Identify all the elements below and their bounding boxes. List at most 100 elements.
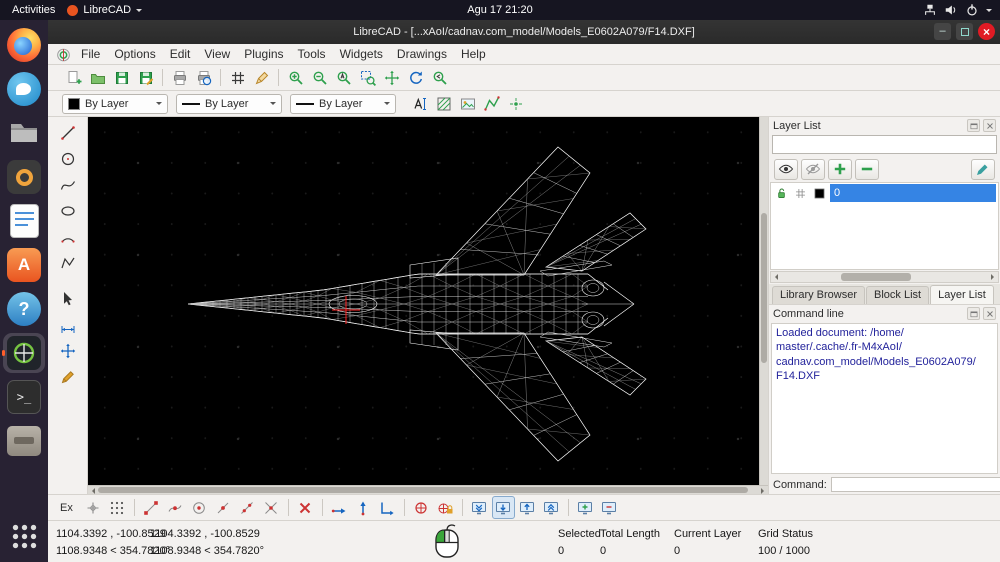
line-tool-button[interactable]: [56, 121, 79, 144]
pen-linetype-dropdown[interactable]: By Layer: [290, 94, 396, 114]
restrict-orthogonal-button[interactable]: [376, 496, 399, 519]
zoom-pan-button[interactable]: [380, 66, 403, 89]
close-button[interactable]: ×: [978, 23, 995, 40]
menu-tools[interactable]: Tools: [291, 45, 333, 63]
command-input[interactable]: [831, 477, 1000, 492]
clock[interactable]: Agu 17 21:20: [0, 4, 1000, 16]
zoom-out-button[interactable]: [308, 66, 331, 89]
snap-on-entity-button[interactable]: [164, 496, 187, 519]
hatch-tool-button[interactable]: [432, 92, 455, 115]
remove-layer-button[interactable]: [855, 159, 879, 180]
canvas-horizontal-scrollbar[interactable]: [88, 485, 768, 494]
restrict-vertical-button[interactable]: [352, 496, 375, 519]
save-button[interactable]: [110, 66, 133, 89]
show-applications-dock-icon[interactable]: [3, 516, 45, 556]
zoom-window-button[interactable]: [356, 66, 379, 89]
help-dock-icon[interactable]: ?: [3, 289, 45, 329]
draw-order-lower-button[interactable]: [492, 496, 515, 519]
layer-construction-icon[interactable]: [792, 187, 809, 200]
snap-free-button[interactable]: [82, 496, 105, 519]
menu-widgets[interactable]: Widgets: [333, 45, 390, 63]
polyline-tool-button[interactable]: [480, 92, 503, 115]
menu-view[interactable]: View: [197, 45, 237, 63]
snap-distance-button[interactable]: [236, 496, 259, 519]
pen-width-dropdown[interactable]: By Layer: [176, 94, 282, 114]
snap-center-button[interactable]: [188, 496, 211, 519]
scroll-right-arrow-icon[interactable]: [761, 488, 767, 494]
modify-layer-button[interactable]: [971, 159, 995, 180]
menu-plugins[interactable]: Plugins: [237, 45, 290, 63]
snap-endpoint-button[interactable]: [140, 496, 163, 519]
snap-clear-button[interactable]: [294, 496, 317, 519]
draw-order-bottom-button[interactable]: [468, 496, 491, 519]
pen-tool-button[interactable]: [56, 365, 79, 388]
circle-tool-button[interactable]: [56, 147, 79, 170]
save-as-button[interactable]: [134, 66, 157, 89]
librecad-dock-icon[interactable]: [3, 333, 45, 373]
lock-relative-zero-button[interactable]: [434, 496, 457, 519]
scroll-left-arrow-icon[interactable]: [89, 488, 95, 494]
chat-dock-icon[interactable]: [3, 69, 45, 109]
grid-toggle-button[interactable]: [226, 66, 249, 89]
hide-all-layers-button[interactable]: [801, 159, 825, 180]
text-editor-dock-icon[interactable]: [3, 201, 45, 241]
activities-button[interactable]: Activities: [0, 4, 67, 16]
relative-zero-button[interactable]: [410, 496, 433, 519]
print-preview-button[interactable]: [192, 66, 215, 89]
file-new-button[interactable]: [62, 66, 85, 89]
focused-app-menu[interactable]: LibreCAD: [67, 4, 142, 16]
system-indicators[interactable]: [923, 0, 992, 20]
files-dock-icon[interactable]: [3, 113, 45, 153]
window-tit​lebar[interactable]: LibreCAD - [...xAoI/cadnav.com_model/Mod…: [48, 20, 1000, 44]
zoom-redraw-button[interactable]: [404, 66, 427, 89]
select-window-button[interactable]: [574, 496, 597, 519]
layer-name[interactable]: 0: [830, 184, 996, 202]
layer-scroll-thumb[interactable]: [841, 273, 911, 281]
layer-color-swatch[interactable]: [811, 187, 828, 200]
media-player-dock-icon[interactable]: [3, 157, 45, 197]
draw-order-top-button[interactable]: [540, 496, 563, 519]
dimension-tool-button[interactable]: [56, 313, 79, 336]
canvas-vertical-scrollbar[interactable]: [759, 117, 768, 485]
tab-block-list[interactable]: Block List: [866, 286, 929, 304]
layer-row[interactable]: 0: [771, 183, 998, 203]
spline-tool-button[interactable]: [56, 173, 79, 196]
point-tool-button[interactable]: [504, 92, 527, 115]
tab-library-browser[interactable]: Library Browser: [772, 286, 865, 304]
snap-middle-button[interactable]: [212, 496, 235, 519]
move-tool-button[interactable]: [56, 339, 79, 362]
horizontal-scroll-thumb[interactable]: [98, 487, 748, 493]
layer-list-scrollbar[interactable]: [770, 271, 999, 283]
show-all-layers-button[interactable]: [774, 159, 798, 180]
maximize-button[interactable]: [956, 23, 973, 40]
zoom-in-button[interactable]: [284, 66, 307, 89]
terminal-dock-icon[interactable]: >_: [3, 377, 45, 417]
arc-tool-button[interactable]: [56, 225, 79, 248]
menu-drawings[interactable]: Drawings: [390, 45, 454, 63]
print-button[interactable]: [168, 66, 191, 89]
menu-file[interactable]: File: [74, 45, 107, 63]
layer-lock-icon[interactable]: [773, 187, 790, 200]
draft-mode-button[interactable]: [250, 66, 273, 89]
layer-list-close-button[interactable]: [983, 119, 996, 132]
layer-list-float-button[interactable]: [967, 119, 980, 132]
image-tool-button[interactable]: [456, 92, 479, 115]
command-line-float-button[interactable]: [967, 307, 980, 320]
vertical-scroll-thumb[interactable]: [761, 213, 767, 363]
menu-edit[interactable]: Edit: [163, 45, 198, 63]
polyline2-tool-button[interactable]: [56, 251, 79, 274]
restrict-horizontal-button[interactable]: [328, 496, 351, 519]
folder-open-button[interactable]: [86, 66, 109, 89]
firefox-dock-icon[interactable]: [3, 25, 45, 65]
command-line-close-button[interactable]: [983, 307, 996, 320]
scroll-left-arrow-icon[interactable]: [772, 274, 778, 280]
tab-layer-list[interactable]: Layer List: [930, 285, 994, 304]
add-layer-button[interactable]: [828, 159, 852, 180]
archive-manager-dock-icon[interactable]: [3, 421, 45, 461]
zoom-auto-button[interactable]: [332, 66, 355, 89]
select-tool-button[interactable]: [56, 287, 79, 310]
layer-filter-input[interactable]: [772, 135, 997, 154]
menu-help[interactable]: Help: [454, 45, 493, 63]
snap-grid-button[interactable]: [106, 496, 129, 519]
deselect-window-button[interactable]: [598, 496, 621, 519]
